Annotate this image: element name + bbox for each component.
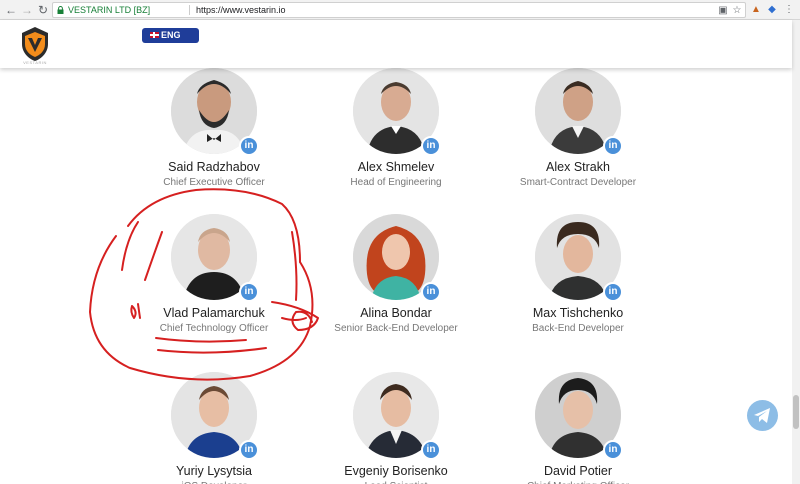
team-member-card: in Max Tishchenko Back-End Developer xyxy=(488,214,668,334)
member-role: Back-End Developer xyxy=(532,323,624,334)
language-button[interactable]: ENG xyxy=(142,28,199,43)
team-member-card: in David Potier Chief Marketing Officer xyxy=(488,372,668,484)
linkedin-icon[interactable]: in xyxy=(421,440,441,460)
member-role: Chief Executive Officer xyxy=(163,177,265,188)
linkedin-icon[interactable]: in xyxy=(603,440,623,460)
vestarin-logo-icon[interactable] xyxy=(20,26,50,62)
member-name: Max Tishchenko xyxy=(532,306,624,320)
linkedin-icon[interactable]: in xyxy=(239,282,259,302)
team-section: in Said Radzhabov Chief Executive Office… xyxy=(0,68,792,484)
linkedin-icon[interactable]: in xyxy=(603,282,623,302)
team-member-card: in Alex Strakh Smart-Contract Developer xyxy=(488,68,668,188)
telegram-chat-button[interactable] xyxy=(747,400,778,431)
site-security-label: VESTARIN LTD [BZ] xyxy=(68,5,151,15)
member-name: Said Radzhabov xyxy=(168,160,260,174)
forward-icon[interactable]: → xyxy=(20,3,34,17)
member-name: Vlad Palamarchuk xyxy=(163,306,265,320)
lock-icon xyxy=(57,6,64,14)
address-divider xyxy=(189,5,190,15)
member-role: Smart-Contract Developer xyxy=(519,177,637,188)
member-name: Alex Strakh xyxy=(546,160,610,174)
metamask-extension-icon[interactable]: ▲ xyxy=(750,4,762,16)
linkedin-icon[interactable]: in xyxy=(603,136,623,156)
member-name: Evgeniy Borisenko xyxy=(344,464,448,478)
logo-text: VESTARIN xyxy=(23,60,47,65)
extension-diamond-icon[interactable]: ◆ xyxy=(766,4,778,16)
browser-menu-icon[interactable]: ⋮ xyxy=(783,4,795,16)
language-label: ENG xyxy=(161,30,181,40)
bookmark-star-icon[interactable]: ☆ xyxy=(731,5,743,17)
reload-icon[interactable]: ↻ xyxy=(36,3,50,17)
team-member-card: in Alina Bondar Senior Back-End Develope… xyxy=(306,214,486,334)
scrollbar-thumb[interactable] xyxy=(793,395,799,429)
team-member-card: in Alex Shmelev Head of Engineering xyxy=(306,68,486,188)
telegram-icon xyxy=(754,408,770,423)
linkedin-icon[interactable]: in xyxy=(239,440,259,460)
member-name: Alina Bondar xyxy=(360,306,432,320)
linkedin-icon[interactable]: in xyxy=(239,136,259,156)
linkedin-icon[interactable]: in xyxy=(421,282,441,302)
page-scrollbar[interactable] xyxy=(792,20,800,484)
address-bar[interactable]: VESTARIN LTD [BZ] https://www.vestarin.i… xyxy=(52,2,746,18)
member-name: David Potier xyxy=(543,464,613,478)
member-role: Senior Back-End Developer xyxy=(334,323,458,334)
member-name: Yuriy Lysytsia xyxy=(176,464,252,478)
team-member-card: in Yuriy Lysytsia iOS Developer xyxy=(124,372,304,484)
member-role: Chief Technology Officer xyxy=(159,323,269,334)
team-member-card: in Said Radzhabov Chief Executive Office… xyxy=(124,68,304,188)
member-name: Alex Shmelev xyxy=(357,160,435,174)
translate-icon[interactable]: ▣ xyxy=(717,5,729,17)
browser-toolbar: ← → ↻ VESTARIN LTD [BZ] https://www.vest… xyxy=(0,0,800,20)
back-icon[interactable]: ← xyxy=(4,3,18,17)
site-header: VESTARIN ENG xyxy=(0,20,792,68)
uk-flag-icon xyxy=(150,32,159,38)
team-member-card: in Vlad Palamarchuk Chief Technology Off… xyxy=(124,214,304,334)
linkedin-icon[interactable]: in xyxy=(421,136,441,156)
team-member-card: in Evgeniy Borisenko Lead Scientist xyxy=(306,372,486,484)
url-text: https://www.vestarin.io xyxy=(196,5,286,15)
member-role: Head of Engineering xyxy=(350,177,442,188)
